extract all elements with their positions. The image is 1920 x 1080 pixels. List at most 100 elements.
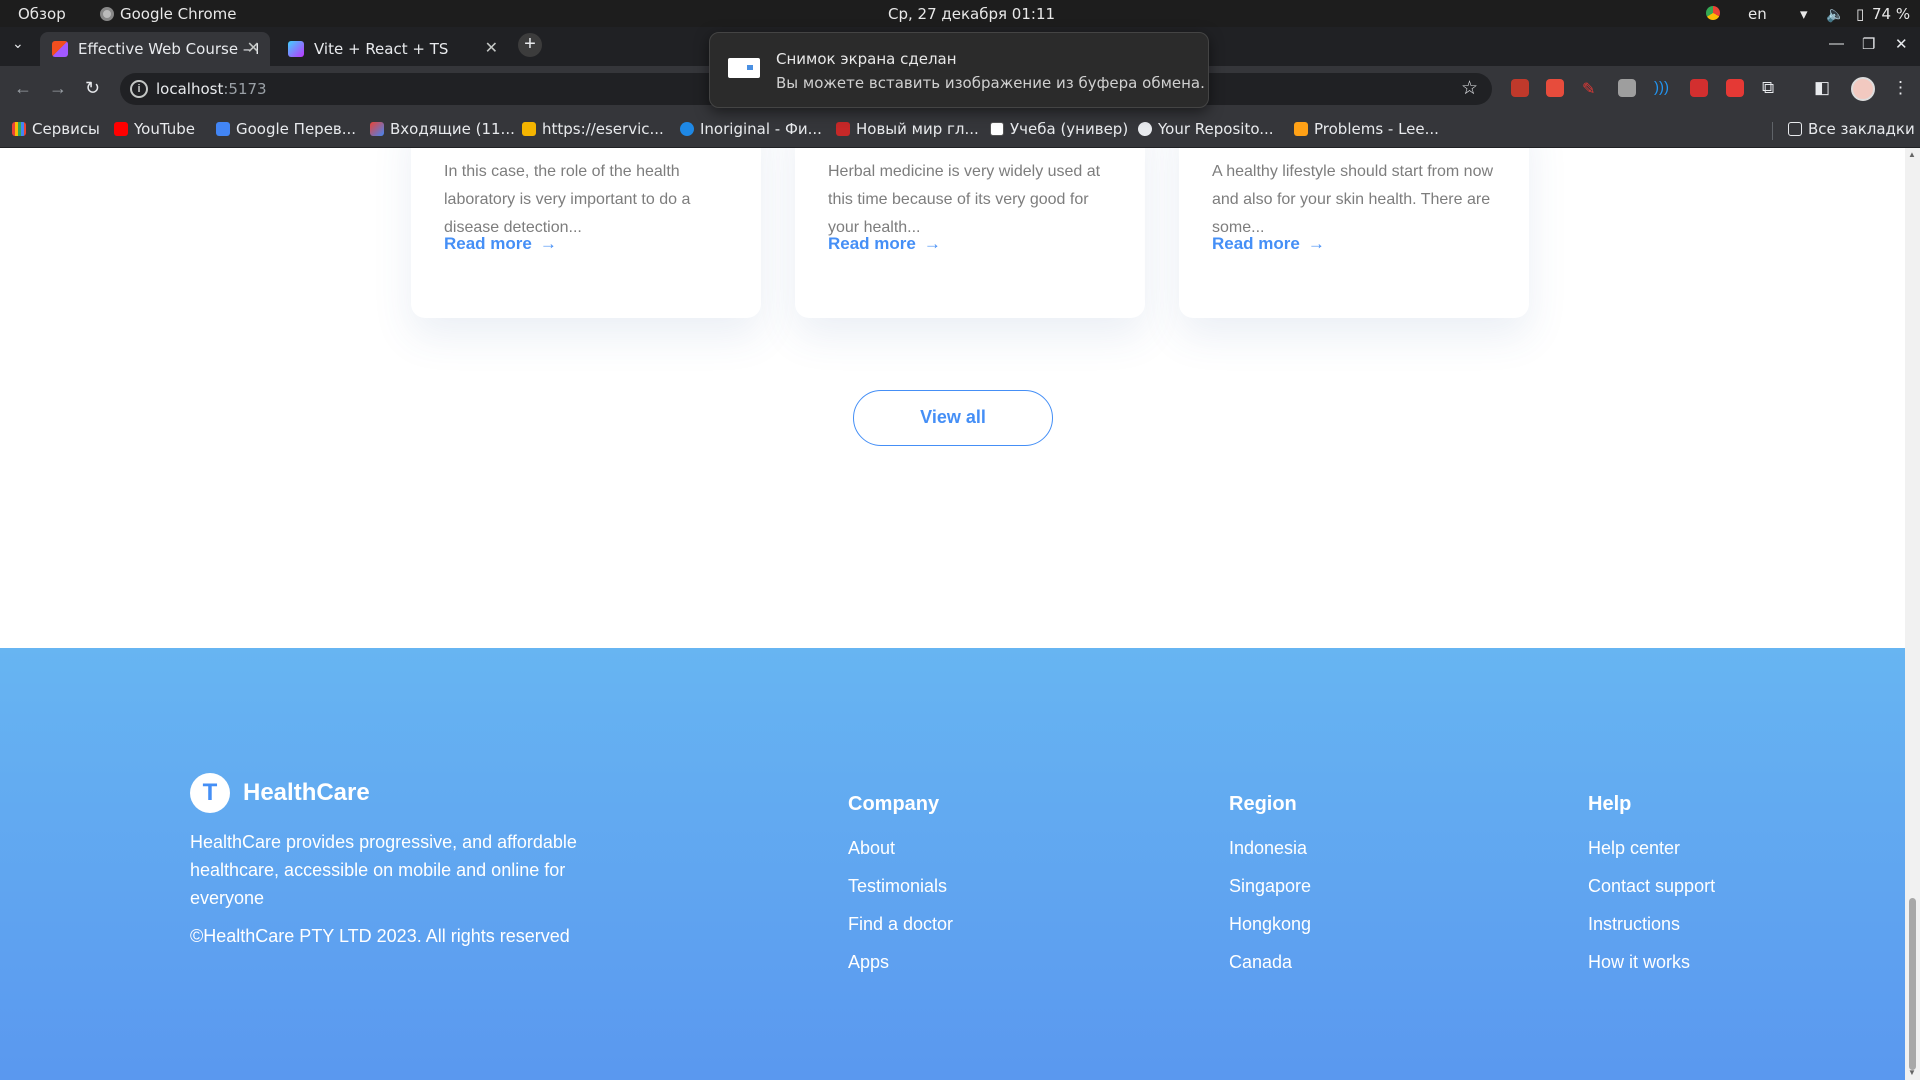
scrollbar-thumb[interactable] bbox=[1909, 898, 1916, 1070]
red-extension-icon[interactable] bbox=[1726, 79, 1744, 97]
url-text[interactable]: localhost:5173 bbox=[156, 80, 267, 98]
bookmark-github[interactable]: Your Reposito... bbox=[1138, 120, 1274, 138]
tab-title: Vite + React + TS bbox=[314, 40, 449, 58]
extensions-puzzle-icon[interactable]: ⧉ bbox=[1762, 78, 1774, 98]
todoist-extension-icon[interactable] bbox=[1546, 79, 1564, 97]
arrow-right-icon: → bbox=[1307, 234, 1325, 253]
ublock-extension-icon[interactable] bbox=[1511, 79, 1529, 97]
battery-icon[interactable]: ▯ bbox=[1856, 5, 1864, 23]
footer-link-instructions[interactable]: Instructions bbox=[1588, 914, 1715, 934]
footer-link-canada[interactable]: Canada bbox=[1229, 952, 1311, 972]
scroll-up-icon[interactable]: ▲ bbox=[1908, 150, 1916, 159]
side-panel-icon[interactable]: ◧ bbox=[1814, 78, 1830, 98]
youtube-icon bbox=[114, 122, 128, 136]
folder-icon bbox=[1788, 122, 1802, 136]
footer-column-region: Region Indonesia Singapore Hongkong Cana… bbox=[1229, 793, 1311, 990]
close-icon[interactable]: ✕ bbox=[485, 38, 498, 57]
back-arrow-icon[interactable]: ← bbox=[14, 78, 32, 99]
github-icon bbox=[1138, 122, 1152, 136]
footer-link-how-it-works[interactable]: How it works bbox=[1588, 952, 1715, 972]
vite-icon bbox=[288, 41, 304, 57]
maximize-icon[interactable]: ❐ bbox=[1862, 35, 1875, 53]
scroll-down-icon[interactable]: ▼ bbox=[1908, 1068, 1916, 1077]
bookmarks-divider bbox=[1772, 122, 1773, 140]
bookmark-services[interactable]: Сервисы bbox=[12, 120, 100, 138]
volume-icon[interactable]: 🔈 bbox=[1826, 5, 1845, 23]
active-app-menu[interactable]: Google Chrome bbox=[100, 5, 237, 23]
notification-title: Снимок экрана сделан bbox=[776, 50, 957, 68]
bookmark-leetcode[interactable]: Problems - Lee... bbox=[1294, 120, 1439, 138]
chrome-tray-icon[interactable] bbox=[1706, 6, 1720, 20]
bookmark-eservice[interactable]: https://eservic... bbox=[522, 120, 664, 138]
article-card: In this case, the role of the health lab… bbox=[411, 148, 761, 318]
site-footer: T HealthCare HealthCare provides progres… bbox=[0, 648, 1905, 1080]
read-more-link[interactable]: Read more → bbox=[1212, 234, 1325, 254]
forward-arrow-icon[interactable]: → bbox=[49, 78, 67, 99]
read-more-link[interactable]: Read more → bbox=[828, 234, 941, 254]
battery-percent: 74 % bbox=[1872, 5, 1911, 23]
page-scrollbar[interactable]: ▲ ▼ bbox=[1905, 148, 1920, 1080]
tab-title: Effective Web Course – F bbox=[78, 40, 258, 58]
grammar-extension-icon[interactable] bbox=[1618, 79, 1636, 97]
apps-grid-icon bbox=[12, 122, 26, 136]
tab-effective-web-course[interactable]: Effective Web Course – F ✕ bbox=[40, 32, 270, 66]
read-more-link[interactable]: Read more → bbox=[444, 234, 557, 254]
footer-link-indonesia[interactable]: Indonesia bbox=[1229, 838, 1311, 858]
activities-overview[interactable]: Обзор bbox=[18, 5, 66, 23]
chrome-icon bbox=[100, 7, 114, 21]
profile-avatar[interactable] bbox=[1851, 77, 1875, 101]
tab-vite-react[interactable]: Vite + React + TS ✕ bbox=[276, 32, 508, 66]
bookmark-newworld[interactable]: Новый мир гл... bbox=[836, 120, 979, 138]
wifi-icon[interactable]: ▾ bbox=[1800, 5, 1808, 23]
os-top-bar: Обзор Google Chrome Ср, 27 декабря 01:11… bbox=[0, 0, 1920, 27]
reload-icon[interactable]: ↻ bbox=[85, 78, 100, 99]
new-tab-button[interactable]: + bbox=[518, 33, 542, 57]
bookmark-inoriginal[interactable]: Inoriginal - Фи... bbox=[680, 120, 822, 138]
bookmark-star-icon[interactable]: ☆ bbox=[1461, 77, 1478, 100]
footer-tagline: HealthCare provides progressive, and aff… bbox=[190, 832, 577, 908]
bookmark-gmail[interactable]: Входящие (11... bbox=[370, 120, 515, 138]
bookmark-label: https://eservic... bbox=[542, 120, 664, 138]
url-port: :5173 bbox=[223, 80, 267, 98]
view-all-button[interactable]: View all bbox=[853, 390, 1053, 446]
footer-link-apps[interactable]: Apps bbox=[848, 952, 953, 972]
site-info-icon[interactable]: i bbox=[130, 80, 148, 98]
footer-link-singapore[interactable]: Singapore bbox=[1229, 876, 1311, 896]
window-close-icon[interactable]: ✕ bbox=[1895, 35, 1908, 53]
menu-kebab-icon[interactable]: ⋮ bbox=[1892, 78, 1909, 98]
arrow-right-icon: → bbox=[923, 234, 941, 253]
footer-link-about[interactable]: About bbox=[848, 838, 953, 858]
all-bookmarks[interactable]: Все закладки bbox=[1788, 120, 1915, 138]
audio-extension-icon[interactable]: ))) bbox=[1654, 79, 1672, 97]
bookmark-label: Учеба (универ) bbox=[1010, 120, 1129, 138]
pen-extension-icon[interactable]: ✎ bbox=[1582, 79, 1600, 98]
screenshot-notification[interactable]: Снимок экрана сделан Вы можете вставить … bbox=[709, 32, 1209, 108]
tab-search-button[interactable]: ⌄ bbox=[12, 35, 24, 52]
bookmarks-bar: Сервисы YouTube Google Перев... Входящие… bbox=[0, 112, 1920, 148]
article-card: Herbal medicine is very widely used at t… bbox=[795, 148, 1145, 318]
google-translate-icon bbox=[216, 122, 230, 136]
footer-copyright: ©HealthCare PTY LTD 2023. All rights res… bbox=[190, 926, 570, 946]
bookmark-google-translate[interactable]: Google Перев... bbox=[216, 120, 356, 138]
footer-link-contact-support[interactable]: Contact support bbox=[1588, 876, 1715, 896]
article-excerpt: A healthy lifestyle should start from no… bbox=[1212, 163, 1494, 236]
bookmark-notion[interactable]: Учеба (универ) bbox=[990, 120, 1128, 138]
logo-mark-icon: T bbox=[190, 773, 230, 813]
screenshot-thumbnail-icon bbox=[728, 58, 760, 78]
footer-link-find-a-doctor[interactable]: Find a doctor bbox=[848, 914, 953, 934]
bookmark-label: Inoriginal - Фи... bbox=[700, 120, 822, 138]
clock[interactable]: Ср, 27 декабря 01:11 bbox=[888, 5, 1055, 23]
keyboard-layout-indicator[interactable]: en bbox=[1748, 5, 1767, 23]
active-app-label: Google Chrome bbox=[120, 5, 237, 23]
bookmark-label: Problems - Lee... bbox=[1314, 120, 1439, 138]
youtube-extension-icon[interactable] bbox=[1690, 79, 1708, 97]
close-icon[interactable]: ✕ bbox=[247, 38, 260, 57]
bookmark-youtube[interactable]: YouTube bbox=[114, 120, 195, 138]
notification-body: Вы можете вставить изображение из буфера… bbox=[776, 74, 1205, 92]
minimize-icon[interactable]: — bbox=[1829, 35, 1844, 52]
footer-link-hongkong[interactable]: Hongkong bbox=[1229, 914, 1311, 934]
footer-link-testimonials[interactable]: Testimonials bbox=[848, 876, 953, 896]
newworld-icon bbox=[836, 122, 850, 136]
footer-link-help-center[interactable]: Help center bbox=[1588, 838, 1715, 858]
all-bookmarks-label: Все закладки bbox=[1808, 120, 1915, 138]
